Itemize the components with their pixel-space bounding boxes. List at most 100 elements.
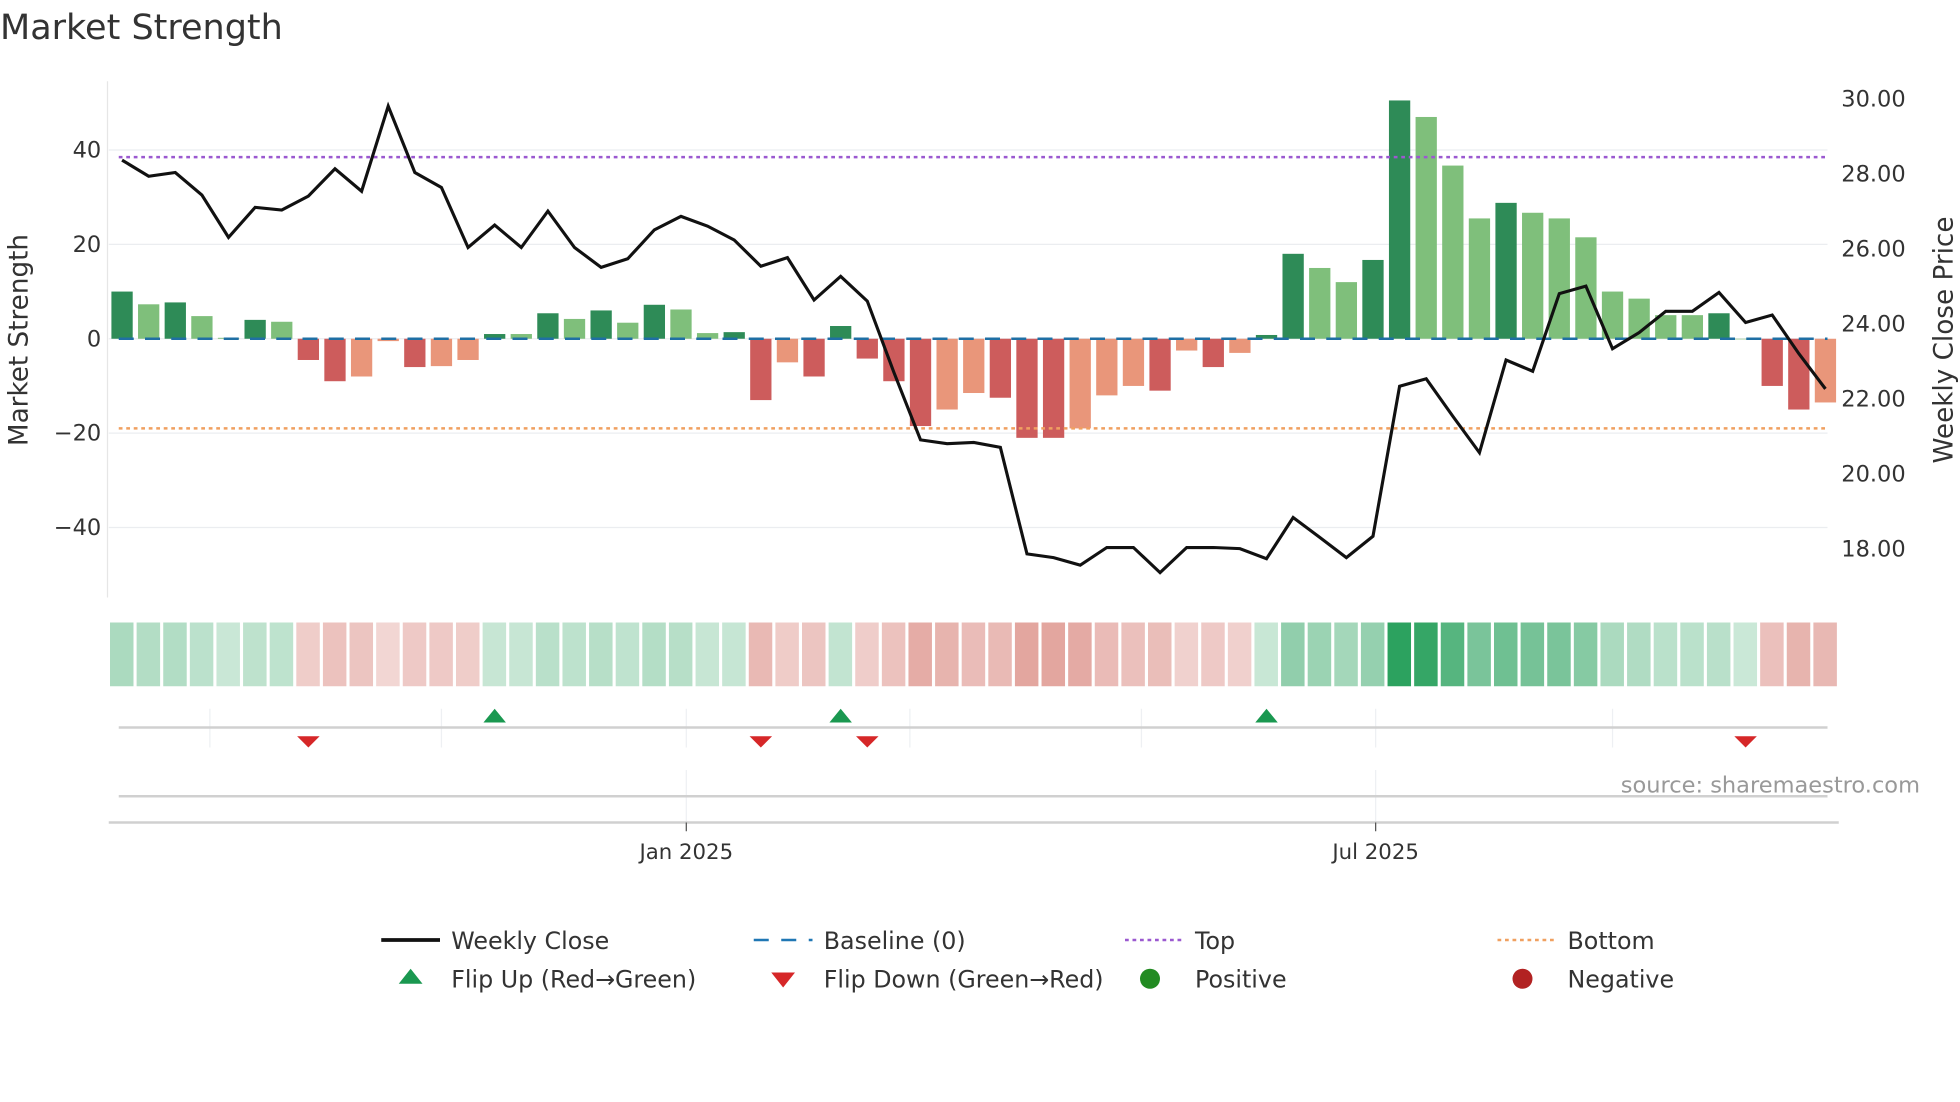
strength-bar [1282,253,1304,339]
strength-bar [1442,165,1464,339]
legend-circle-icon [1512,968,1533,989]
strength-bar [750,338,772,401]
heatmap-cell [1600,622,1624,687]
strength-bar [856,338,878,359]
strength-bar [670,309,692,339]
y-axis-left-label: Market Strength [5,234,35,446]
heatmap-cell [1201,622,1225,687]
strength-bar [350,338,373,377]
strength-bar [244,319,266,339]
legend-item: Weekly Close [381,927,609,955]
legend-item: Flip Up (Red→Green) [398,966,696,994]
legend-triangle-up-icon [398,968,423,984]
heatmap-cell [1387,622,1412,687]
flip-up-marker [1255,708,1278,723]
heatmap-cell [1014,622,1039,687]
heatmap-cell [296,622,320,687]
strength-bar [1761,338,1783,386]
strength-bar [1016,338,1038,438]
heatmap-cell [1174,622,1199,687]
strength-bar [1229,338,1251,353]
legend-label: Negative [1568,966,1675,994]
heatmap-cell [535,622,560,687]
heatmap-cell [1254,622,1278,687]
heatmap-cell [243,622,267,687]
legend-label: Bottom [1568,927,1655,955]
heatmap-cell [1121,622,1145,687]
flip-down-marker [297,736,320,748]
y-left-tick-label: −20 [54,421,101,447]
legend-label: Flip Down (Green→Red) [824,966,1104,994]
strength-bar [936,338,958,410]
strength-bar [111,291,133,339]
strength-bar [1362,259,1384,339]
heatmap-cell [642,622,666,687]
heatmap-cell [1440,622,1465,687]
heatmap-cell [1414,622,1438,687]
heatmap-cell [775,622,799,687]
strength-bar [297,338,320,360]
y-right-tick-label: 28.00 [1841,161,1905,187]
strength-bar [1495,202,1517,339]
heatmap-cell [1786,622,1811,687]
heatmap-cell [1307,622,1332,687]
strength-bar [1042,338,1065,438]
legend-item: Flip Down (Green→Red) [771,966,1104,994]
strength-bar [1468,218,1491,339]
heatmap-cell [1041,622,1066,687]
strength-bar [324,338,346,382]
flip-down-marker [856,736,879,748]
strength-bar [1522,212,1544,339]
strength-bar [1814,338,1837,403]
strength-bar [1096,338,1118,396]
legend-item: Positive [1140,966,1287,994]
heatmap-cell [589,622,613,687]
strength-bar [643,304,666,339]
strength-bar [1681,315,1704,339]
legend-item: Negative [1512,966,1675,994]
market-strength-chart: Market Strength 40 20 0 −20 −40 30.00 28.00 26.… [0,8,1960,994]
y-right-tick-label: 26.00 [1841,236,1905,262]
heatmap-cell [456,622,480,687]
strength-bar [537,313,559,339]
legend-item: Bottom [1497,927,1655,955]
y-left-tick-label: 0 [87,326,101,352]
legend-label: Top [1194,927,1235,955]
strength-bar [138,304,160,339]
legend-circle-icon [1140,968,1160,989]
strength-bar [1415,116,1437,339]
y-right-tick-label: 22.00 [1841,386,1905,412]
heatmap-cell [322,622,347,687]
heatmap-cell [1227,622,1252,687]
x-tick-label: Jan 2025 [638,840,734,865]
strength-bar [803,338,825,377]
heatmap-cell [136,622,161,687]
chart-title: Market Strength [0,8,283,48]
heatmap-cell [908,622,932,687]
heatmap-cell [1360,622,1385,687]
strength-bar [404,338,426,368]
heatmap-cell [1520,622,1545,687]
heatmap-cell [881,622,906,687]
heatmap-cell [509,622,533,687]
strength-bar [1335,282,1358,339]
heatmap-cell [163,622,187,687]
heatmap-cell [1334,622,1358,687]
heatmap-cell [1281,622,1305,687]
strength-bar [1708,313,1730,339]
heatmap-cell [1627,622,1651,687]
heatmap-cell [1706,622,1731,687]
y-right-tick-label: 18.00 [1841,536,1905,562]
y-axis-right-label: Weekly Close Price [1930,217,1960,464]
strength-bar [909,338,932,427]
y-left-tick-label: 40 [73,138,102,164]
strength-bar [963,338,985,394]
heatmap-cell [482,622,507,687]
heatmap-cell [935,622,959,687]
strength-bar [1788,338,1810,410]
x-tick-label: Jul 2025 [1330,840,1418,865]
heatmap-cell [349,622,374,687]
strength-bar [1149,338,1171,391]
legend-label: Positive [1195,966,1287,994]
heatmap-cell [1813,622,1837,687]
